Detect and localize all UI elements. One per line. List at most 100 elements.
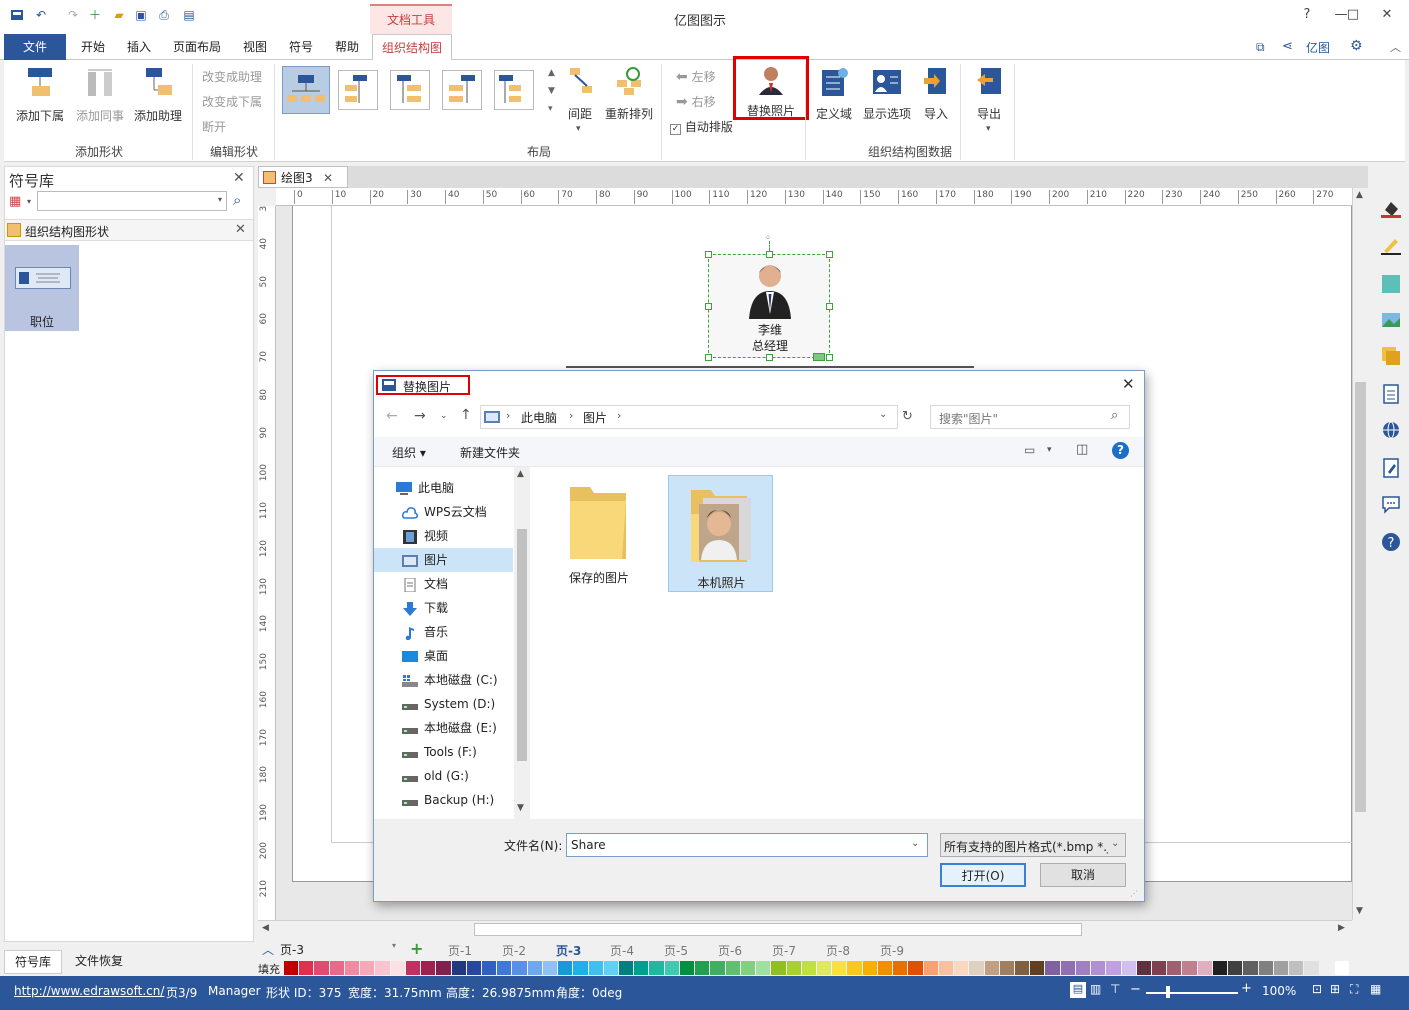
rotation-handle[interactable]: ◦ <box>765 233 771 244</box>
breadcrumb-this-pc[interactable]: 此电脑 <box>521 409 557 426</box>
color-swatch[interactable] <box>1060 961 1075 975</box>
dialog-search-input[interactable]: 搜索"图片" ⌕ <box>930 405 1130 429</box>
color-swatch[interactable] <box>695 961 710 975</box>
view-outline-icon[interactable]: ▥ <box>1090 982 1101 996</box>
color-swatch[interactable] <box>466 961 481 975</box>
color-swatch[interactable] <box>390 961 405 975</box>
filetype-dropdown-icon[interactable]: ⌄ <box>1111 838 1119 849</box>
recent-locations-icon[interactable]: ⌄ <box>440 411 448 421</box>
layout-style-5[interactable] <box>494 70 534 110</box>
color-swatch[interactable] <box>573 961 588 975</box>
breadcrumb-pictures[interactable]: 图片 <box>583 409 607 426</box>
color-swatch[interactable] <box>1197 961 1212 975</box>
color-swatch[interactable] <box>1106 961 1121 975</box>
color-swatch[interactable] <box>725 961 740 975</box>
collapse-ribbon-icon[interactable]: ︿ <box>1390 39 1401 55</box>
spacing-button[interactable]: 间距 <box>560 66 600 122</box>
color-swatch[interactable] <box>1030 961 1045 975</box>
color-swatch[interactable] <box>375 961 390 975</box>
menu-symbols[interactable]: 符号 <box>282 34 320 60</box>
image-icon[interactable] <box>1381 310 1401 330</box>
org-node-manager[interactable]: 李维 总经理 ◦ <box>705 233 833 361</box>
selection-handle[interactable] <box>766 251 773 258</box>
edit-doc-icon[interactable] <box>1381 458 1401 478</box>
color-swatch[interactable] <box>984 961 999 975</box>
nav-videos[interactable]: 视频 <box>402 524 448 548</box>
nav-drive-c[interactable]: 本地磁盘 (C:) <box>402 668 498 692</box>
refresh-icon[interactable]: ↻ <box>902 409 913 424</box>
export-quick-icon[interactable]: ▤ <box>182 8 196 22</box>
selection-handle[interactable] <box>766 354 773 361</box>
page-tab[interactable]: 页-4 <box>610 942 634 959</box>
page-tab[interactable]: 页-8 <box>826 942 850 959</box>
color-swatch[interactable] <box>817 961 832 975</box>
new-folder-button[interactable]: 新建文件夹 <box>460 444 520 461</box>
restore-button[interactable]: □ <box>1336 4 1370 26</box>
selection-handle[interactable] <box>826 251 833 258</box>
color-swatch[interactable] <box>1258 961 1273 975</box>
document-tab[interactable]: 绘图3 ✕ <box>258 166 348 188</box>
save-icon[interactable]: ▣ <box>134 8 148 22</box>
view-mode-icon[interactable]: ▭ <box>1024 443 1035 457</box>
color-swatch[interactable] <box>862 961 877 975</box>
add-page-icon[interactable]: + <box>410 939 423 958</box>
page-tab[interactable]: 页-6 <box>718 942 742 959</box>
help-circle-icon[interactable]: ? <box>1381 532 1401 552</box>
selection-handle[interactable] <box>705 251 712 258</box>
color-swatch[interactable] <box>619 961 634 975</box>
back-arrow-icon[interactable]: ← <box>386 408 398 424</box>
view-fit-icon[interactable]: ⊤ <box>1110 982 1120 996</box>
color-swatch[interactable] <box>451 961 466 975</box>
nav-drive-d[interactable]: System (D:) <box>402 692 495 716</box>
fit-width-icon[interactable]: ⊞ <box>1330 982 1340 996</box>
shadow-icon[interactable] <box>1381 274 1401 294</box>
color-swatch[interactable] <box>847 961 862 975</box>
nav-scrollbar[interactable]: ▲ ▼ <box>514 467 530 819</box>
color-swatch[interactable] <box>527 961 542 975</box>
replace-photo-button[interactable]: 替换照片 <box>733 56 809 120</box>
category-close-icon[interactable]: ✕ <box>235 222 246 237</box>
open-icon[interactable]: ▰ <box>112 8 126 22</box>
website-link[interactable]: http://www.edrawsoft.cn/ <box>14 984 164 998</box>
nav-documents[interactable]: 文档 <box>402 572 448 596</box>
color-swatch[interactable] <box>299 961 314 975</box>
organize-button[interactable]: 组织 ▾ <box>392 444 426 461</box>
color-swatch[interactable] <box>999 961 1014 975</box>
layout-style-4[interactable] <box>442 70 482 110</box>
forward-arrow-icon[interactable]: → <box>414 408 426 424</box>
redo-icon[interactable]: ↷ <box>66 8 80 22</box>
spacing-dropdown-icon[interactable]: ▾ <box>576 124 581 134</box>
color-swatch[interactable] <box>1243 961 1258 975</box>
node-expand-handle[interactable] <box>813 353 825 361</box>
add-colleague-button[interactable]: 添加同事 <box>70 66 130 124</box>
zoom-in-button[interactable]: + <box>1241 981 1252 996</box>
page-tab[interactable]: 页-7 <box>772 942 796 959</box>
nav-wps-cloud[interactable]: WPS云文档 <box>402 500 487 524</box>
color-swatch[interactable] <box>649 961 664 975</box>
menu-view[interactable]: 视图 <box>236 34 274 60</box>
layout-style-1[interactable] <box>282 66 330 114</box>
color-swatch[interactable] <box>1273 961 1289 975</box>
color-swatch[interactable] <box>603 961 619 975</box>
menu-org-chart[interactable]: 组织结构图 <box>372 34 452 61</box>
export-dropdown-icon[interactable]: ▾ <box>986 124 991 134</box>
share-icon[interactable]: ⋖ <box>1282 39 1293 54</box>
menu-home[interactable]: 开始 <box>74 34 112 60</box>
resize-grip-icon[interactable]: ⋰ <box>1130 889 1138 898</box>
dialog-help-icon[interactable]: ? <box>1112 442 1129 459</box>
color-swatch[interactable] <box>1152 961 1167 975</box>
fullscreen-icon[interactable]: ⛶ <box>1350 982 1358 997</box>
nav-drive-h[interactable]: Backup (H:) <box>402 788 494 812</box>
move-right-button[interactable]: ➡ 右移 <box>676 93 716 110</box>
library-dropdown-icon[interactable]: ▾ <box>27 197 31 206</box>
nav-drive-g[interactable]: old (G:) <box>402 764 469 788</box>
close-button[interactable]: ✕ <box>1370 4 1404 26</box>
color-swatch[interactable] <box>634 961 649 975</box>
page-tab[interactable]: 页-1 <box>448 942 472 959</box>
fill-bucket-icon[interactable] <box>1381 198 1401 218</box>
color-swatch[interactable] <box>284 961 299 975</box>
vertical-scrollbar[interactable]: ▲ ▼ <box>1352 188 1368 920</box>
address-bar[interactable]: › 此电脑 › 图片 › ⌄ <box>480 405 898 429</box>
color-swatch[interactable] <box>1136 961 1152 975</box>
page-icon[interactable] <box>1381 384 1401 404</box>
